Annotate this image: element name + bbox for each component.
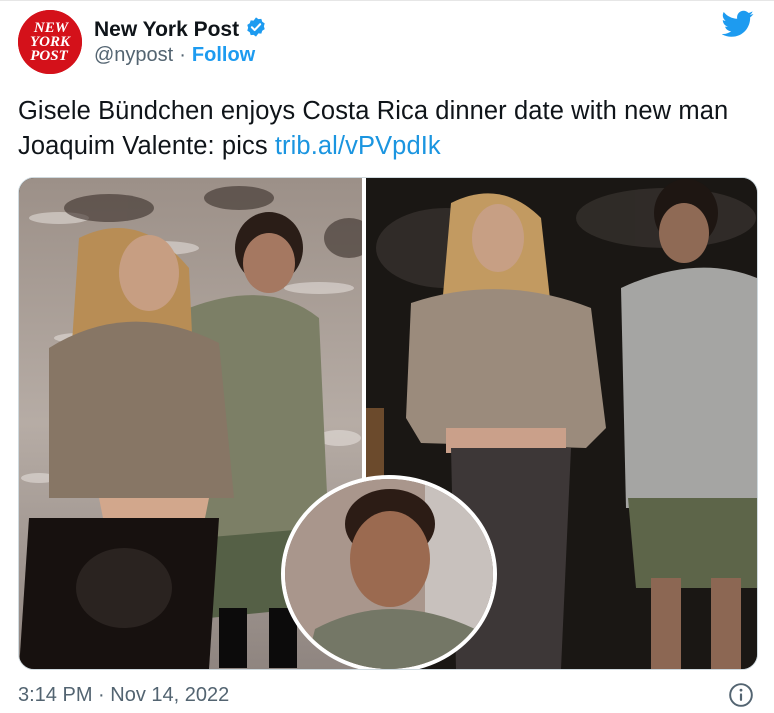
top-divider [0, 0, 774, 1]
avatar[interactable]: NEW YORK POST [18, 10, 82, 74]
separator-dot: · [179, 44, 186, 66]
follow-button[interactable]: Follow [192, 44, 255, 67]
photo-inset[interactable] [281, 475, 497, 669]
tweet-text: Gisele Bündchen enjoys Costa Rica dinner… [18, 94, 758, 164]
tweet-link[interactable]: trib.al/vPVpdIk [275, 132, 441, 160]
verified-badge-icon [245, 16, 267, 43]
timestamp[interactable]: 3:14 PM · Nov 14, 2022 [18, 684, 229, 707]
nypost-logo: NEW YORK POST [18, 10, 82, 74]
twitter-bird-icon[interactable] [721, 10, 754, 43]
avatar-line-3: POST [30, 48, 68, 64]
tweet-footer: 3:14 PM · Nov 14, 2022 [18, 680, 758, 710]
handle-row: @nypost · Follow [94, 44, 255, 67]
display-name[interactable]: New York Post [94, 18, 239, 42]
info-icon[interactable] [728, 682, 754, 713]
handle[interactable]: @nypost [94, 44, 173, 67]
tweet-media[interactable] [18, 177, 758, 670]
tweet-header: NEW YORK POST New York Post @nypost · Fo… [18, 8, 758, 74]
name-row: New York Post [94, 16, 267, 43]
